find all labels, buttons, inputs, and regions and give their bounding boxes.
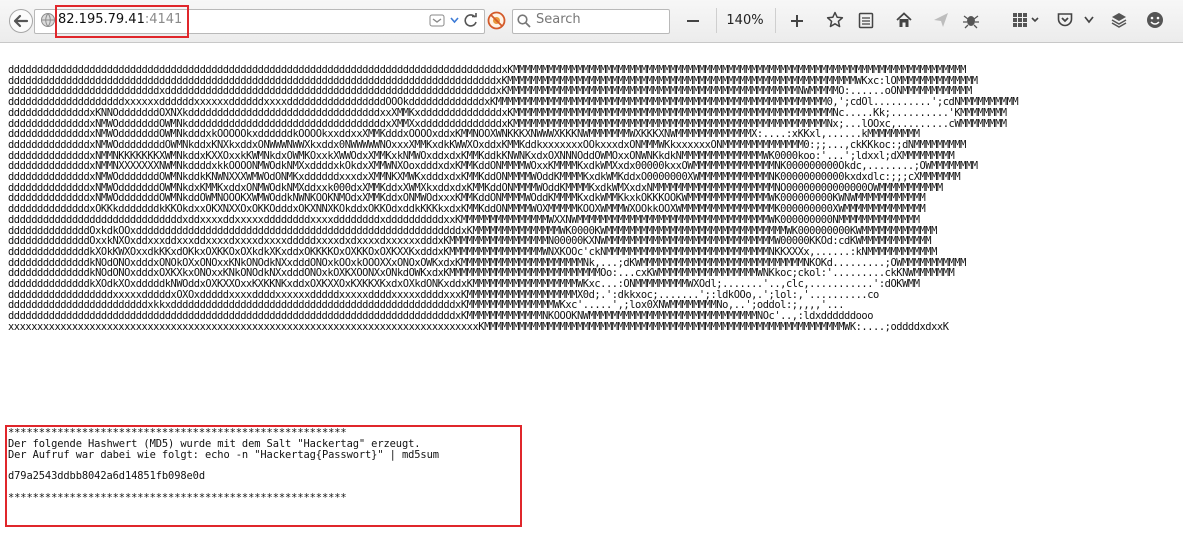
- grid-icon[interactable]: [1012, 12, 1040, 28]
- hash-challenge-text: ****************************************…: [8, 427, 439, 504]
- zoom-out-icon[interactable]: [686, 14, 700, 28]
- dropdown-icon[interactable]: [450, 17, 459, 24]
- browser-toolbar: 82.195.79.41:4141 Search 140%: [0, 0, 1183, 43]
- site-info-icon[interactable]: [40, 12, 56, 28]
- url-highlight-annotation: [55, 5, 189, 38]
- bug-icon[interactable]: [962, 11, 980, 29]
- layers-icon[interactable]: [1110, 11, 1128, 29]
- zoom-in-icon[interactable]: [790, 14, 804, 28]
- back-icon[interactable]: [8, 8, 34, 34]
- addon-blocked-icon[interactable]: [487, 11, 506, 30]
- send-icon[interactable]: [933, 12, 949, 28]
- reload-icon[interactable]: [464, 13, 478, 28]
- smiley-icon[interactable]: [1146, 11, 1164, 29]
- reader-mode-icon[interactable]: [429, 14, 445, 27]
- search-icon: [517, 14, 531, 28]
- bookmark-star-icon[interactable]: [826, 11, 844, 29]
- ascii-art-banner: dddddddddddddddddddddddddddddddddddddddd…: [8, 64, 1019, 333]
- reading-list-icon[interactable]: [858, 12, 874, 29]
- dropdown-icon[interactable]: [1084, 16, 1094, 24]
- zoom-level[interactable]: 140%: [716, 13, 774, 28]
- pocket-icon[interactable]: [1057, 12, 1073, 28]
- search-placeholder[interactable]: Search: [536, 12, 581, 27]
- home-icon[interactable]: [895, 11, 913, 29]
